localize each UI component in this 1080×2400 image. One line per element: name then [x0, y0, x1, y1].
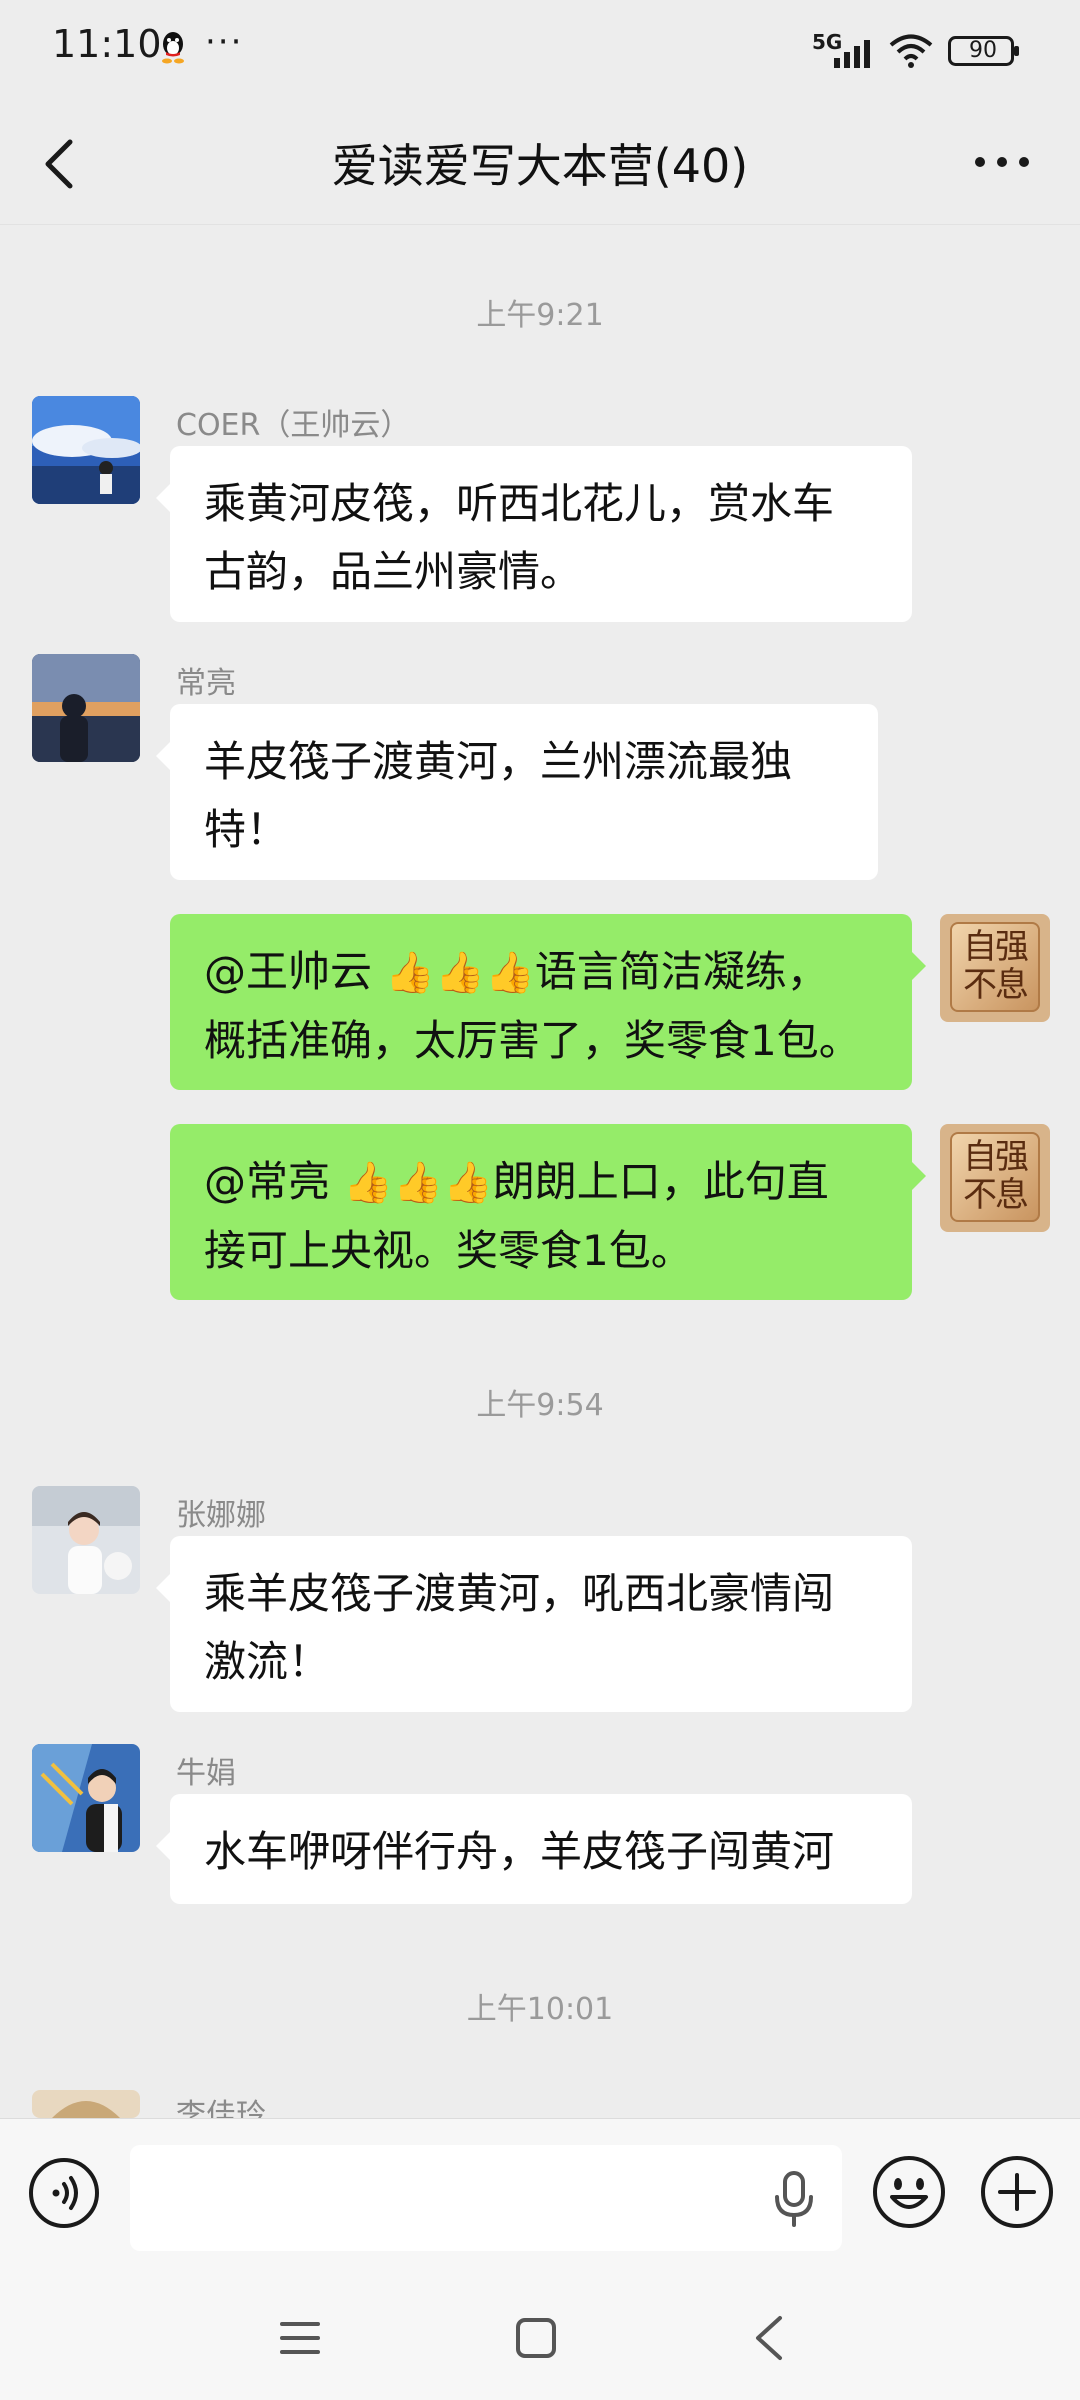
- system-back-icon[interactable]: [752, 2314, 786, 2362]
- more-options-icon[interactable]: [972, 152, 1032, 172]
- message-line: 水车咿呀伴行舟，羊皮筏子闯黄河: [204, 1827, 835, 1876]
- avatar[interactable]: [32, 396, 140, 504]
- bubble-tail: [912, 1162, 926, 1190]
- notification-more-icon: ···: [205, 22, 244, 62]
- avatar[interactable]: [32, 2090, 140, 2118]
- message-bubble-self[interactable]: @常亮 👍👍👍朗朗上口，此句直 接可上央视。奖零食1包。: [170, 1124, 926, 1300]
- avatar[interactable]: [32, 654, 140, 762]
- message-line: 乘黄河皮筏，听西北花儿，赏水车: [204, 479, 835, 528]
- self-avatar[interactable]: 自强不息: [940, 1124, 1050, 1232]
- message-line: 乘羊皮筏子渡黄河，吼西北豪情闯: [204, 1569, 835, 1618]
- avatar-image: [32, 396, 140, 504]
- sender-name: 张娜娜: [176, 1498, 266, 1533]
- message-line: 概括准确，太厉害了，奖零食1包。: [204, 1016, 861, 1065]
- message-input[interactable]: [130, 2145, 842, 2251]
- avatar[interactable]: [32, 1486, 140, 1594]
- avatar-image: [32, 1744, 140, 1852]
- sender-name: 牛娟: [176, 1756, 236, 1791]
- system-navigation-bar: [0, 2278, 1080, 2400]
- sender-name: COER（王帅云）: [176, 408, 411, 443]
- mention[interactable]: @常亮: [204, 1157, 330, 1206]
- mention[interactable]: @王帅云: [204, 947, 372, 996]
- message-line: 激流！: [204, 1637, 331, 1686]
- input-bar: [0, 2118, 1080, 2279]
- thumbs-up-icon: 👍👍👍: [385, 950, 535, 996]
- thumbs-up-icon: 👍👍👍: [343, 1160, 493, 1206]
- message-line: 特！: [204, 805, 289, 854]
- bubble-tail: [156, 484, 170, 512]
- recent-apps-icon[interactable]: [278, 2318, 322, 2358]
- battery-level: 90: [969, 38, 997, 63]
- wifi-icon: [889, 34, 933, 68]
- bubble-tail: [156, 1574, 170, 1602]
- message-line: 语言简洁凝练，: [534, 947, 829, 996]
- message-line: 古韵，品兰州豪情。: [204, 547, 583, 596]
- message-line: 朗朗上口，此句直: [492, 1157, 829, 1206]
- emoji-icon[interactable]: [872, 2155, 946, 2229]
- chat-title: 爱读爱写大本营(40): [331, 139, 749, 193]
- back-arrow-icon[interactable]: [40, 136, 80, 192]
- message-bubble[interactable]: 羊皮筏子渡黄河，兰州漂流最独 特！: [156, 704, 878, 880]
- signal-icon: [834, 40, 870, 68]
- status-bar: 11:10 ··· 5G 90: [0, 0, 1080, 100]
- avatar-image: [32, 654, 140, 762]
- message-line: 羊皮筏子渡黄河，兰州漂流最独: [204, 737, 793, 786]
- time-divider: 上午9:21: [476, 298, 604, 333]
- avatar-text: 自强不息: [963, 1137, 1029, 1215]
- chat-header: 爱读爱写大本营(40): [0, 100, 1080, 225]
- qq-penguin-icon: [162, 32, 184, 64]
- bubble-tail: [156, 1832, 170, 1860]
- avatar-image: [32, 1486, 140, 1594]
- avatar-text: 自强不息: [963, 927, 1029, 1005]
- message-bubble[interactable]: 乘羊皮筏子渡黄河，吼西北豪情闯 激流！: [156, 1536, 912, 1712]
- microphone-icon[interactable]: [772, 2169, 816, 2229]
- sender-name: 常亮: [176, 666, 236, 701]
- self-avatar[interactable]: 自强不息: [940, 914, 1050, 1022]
- sender-name: 李佳玲: [176, 2098, 266, 2118]
- plus-icon[interactable]: [980, 2155, 1054, 2229]
- time-divider: 上午10:01: [466, 1992, 614, 2027]
- avatar[interactable]: [32, 1744, 140, 1852]
- message-bubble-self[interactable]: @王帅云 👍👍👍语言简洁凝练， 概括准确，太厉害了，奖零食1包。: [170, 914, 926, 1090]
- message-bubble[interactable]: 乘黄河皮筏，听西北花儿，赏水车 古韵，品兰州豪情。: [156, 446, 912, 622]
- bubble-tail: [156, 742, 170, 770]
- message-bubble[interactable]: 水车咿呀伴行舟，羊皮筏子闯黄河: [156, 1794, 912, 1904]
- voice-mode-icon[interactable]: [28, 2157, 100, 2229]
- status-time: 11:10: [52, 22, 162, 66]
- time-divider: 上午9:54: [476, 1388, 604, 1423]
- avatar-image: [32, 2090, 140, 2118]
- bubble-tail: [912, 952, 926, 980]
- message-line: 接可上央视。奖零食1包。: [204, 1226, 693, 1275]
- home-icon[interactable]: [514, 2316, 558, 2360]
